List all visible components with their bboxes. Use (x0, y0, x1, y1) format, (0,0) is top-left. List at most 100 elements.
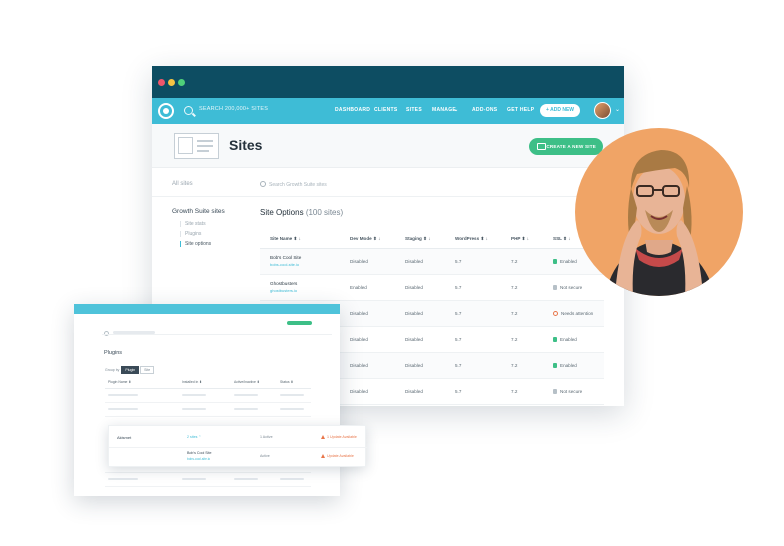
site-link[interactable]: bobs-cool-site.io (270, 262, 340, 267)
active-count: 1 Active (260, 435, 273, 439)
sidebar-item-site-stats[interactable]: Site stats (180, 221, 206, 227)
staging-cell: Disabled (395, 378, 445, 405)
php-cell: 7.2 (501, 248, 543, 275)
column-installed-in[interactable]: Installed in ⬍ (179, 376, 231, 389)
close-dot-icon[interactable] (158, 79, 165, 86)
chevron-down-icon[interactable]: ⌄ (454, 107, 459, 113)
maximize-dot-icon[interactable] (178, 79, 185, 86)
column-site-name[interactable]: Site Name ⬍ ↓ (260, 230, 340, 249)
staging-cell: Disabled (395, 274, 445, 301)
php-cell: 7.2 (501, 352, 543, 379)
top-navigation: SEARCH 200,000+ SITES DASHBOARD CLIENTS … (152, 98, 624, 124)
update-available-badge[interactable]: 1 Update Available (321, 435, 357, 439)
divider (109, 447, 367, 448)
installed-in-toggle[interactable]: 2 sites ⌃ (187, 435, 201, 439)
site-name[interactable]: Bob's Cool Site (270, 255, 301, 260)
table-row[interactable]: Bob's Cool Site bobs-cool-site.io Disabled… (260, 248, 604, 275)
avatar-chevron-down-icon[interactable]: ⌄ (615, 106, 620, 113)
php-cell: 7.2 (501, 326, 543, 353)
ssl-status: Not secure (560, 284, 583, 290)
ssl-cell: Not secure (543, 378, 604, 405)
all-sites-link[interactable]: All sites (172, 181, 193, 187)
staging-cell: Disabled (395, 352, 445, 379)
suite-search-input[interactable]: Search Growth Suite sites (260, 181, 327, 188)
site-link[interactable]: ghostbusters.io (270, 288, 340, 293)
column-staging[interactable]: Staging ⬍ ↓ (395, 230, 445, 249)
person-photo (575, 128, 743, 296)
column-active-inactive[interactable]: Active/Inactive ⬍ (231, 376, 277, 389)
ssl-cell: Enabled (543, 352, 604, 379)
wordpress-cell: 5.7 (445, 300, 501, 327)
dev-mode-cell: Disabled (340, 300, 395, 327)
table-row[interactable] (105, 388, 311, 403)
table-row[interactable] (105, 402, 311, 417)
group-by-plugin-option[interactable]: Plugin (121, 366, 140, 374)
section-title: Site Options (100 sites) (260, 208, 343, 217)
search-icon[interactable] (184, 106, 193, 115)
nav-addons[interactable]: ADD-ONS (472, 107, 497, 113)
minimize-dot-icon[interactable] (168, 79, 175, 86)
dev-mode-cell: Disabled (340, 326, 395, 353)
table-row[interactable] (105, 472, 311, 487)
nav-dashboard[interactable]: DASHBOARD (335, 107, 370, 113)
site-name-cell[interactable]: Ghostbusters ghostbusters.io (260, 274, 340, 301)
nav-get-help[interactable]: GET HELP (507, 107, 534, 113)
user-avatar[interactable] (594, 102, 611, 119)
plugins-header-row: Plugin Name ⬍ Installed in ⬍ Active/Inac… (105, 376, 311, 389)
lock-icon (553, 336, 557, 342)
staging-cell: Disabled (395, 326, 445, 353)
person-illustration (605, 150, 715, 296)
wordpress-cell: 5.7 (445, 326, 501, 353)
group-by-toggle: Group by Plugin Site (105, 366, 155, 374)
wordpress-cell: 5.7 (445, 248, 501, 275)
plugins-window-topbar (74, 304, 340, 314)
sidebar-item-site-options[interactable]: Site options (180, 241, 211, 247)
nav-clients[interactable]: CLIENTS (374, 107, 398, 113)
plugins-action-button[interactable] (287, 321, 312, 325)
ssl-status: Enabled (560, 258, 577, 264)
site-active-status: Active (260, 454, 270, 458)
lock-icon (553, 258, 557, 264)
site-name[interactable]: Ghostbusters (270, 281, 297, 286)
staging-cell: Disabled (395, 248, 445, 275)
site-update-available-badge[interactable]: Update Available (321, 454, 354, 458)
column-php[interactable]: PHP ⬍ ↓ (501, 230, 543, 249)
global-search-input[interactable]: SEARCH 200,000+ SITES (199, 106, 268, 112)
divider (102, 334, 332, 335)
create-new-site-button[interactable]: CREATE A NEW SITE (529, 138, 603, 155)
unlock-icon (553, 284, 557, 290)
unlock-icon (553, 388, 557, 394)
column-plugin-name[interactable]: Plugin Name ⬍ (105, 376, 179, 389)
ssl-cell: Needs attention (543, 300, 604, 327)
section-title-text: Site Options (260, 208, 304, 217)
browser-icon (537, 143, 546, 150)
sidebar-title: Growth Suite sites (172, 208, 225, 215)
dev-mode-cell: Enabled (340, 274, 395, 301)
column-wordpress[interactable]: WordPress ⬍ ↓ (445, 230, 501, 249)
divider (152, 196, 624, 197)
column-dev-mode[interactable]: Dev Mode ⬍ ↓ (340, 230, 395, 249)
page-title: Sites (229, 137, 263, 153)
wordpress-cell: 5.7 (445, 274, 501, 301)
nav-sites[interactable]: SITES (406, 107, 422, 113)
table-row[interactable]: Ghostbusters ghostbusters.io Enabled Disabl… (260, 274, 604, 301)
php-cell: 7.2 (501, 378, 543, 405)
ssl-cell: Enabled (543, 326, 604, 353)
plugin-detail-card[interactable]: Akismet 2 sites ⌃ 1 Active 1 Update Avai… (108, 425, 367, 467)
ssl-status: Enabled (560, 362, 577, 368)
site-name-cell[interactable]: Bob's Cool Site bobs-cool-site.io (260, 248, 340, 275)
warning-icon (553, 310, 558, 316)
nav-manage[interactable]: MANAGE (432, 107, 456, 113)
plugins-title: Plugins (104, 350, 123, 356)
sidebar-item-plugins[interactable]: Plugins (180, 231, 201, 237)
add-new-button[interactable]: + ADD NEW (540, 104, 580, 117)
group-by-site-option[interactable]: Site (140, 366, 155, 374)
plugins-window: Plugins Group by Plugin Site Plugin Name … (74, 304, 340, 496)
column-status[interactable]: Status ⬍ (277, 376, 311, 389)
ssl-status: Not secure (560, 388, 583, 394)
window-titlebar (152, 66, 624, 98)
site-link[interactable]: bobs-cool-site.io (187, 457, 210, 461)
app-logo-icon[interactable] (158, 103, 174, 119)
warning-icon (321, 454, 325, 458)
stage: SEARCH 200,000+ SITES DASHBOARD CLIENTS … (0, 0, 784, 546)
